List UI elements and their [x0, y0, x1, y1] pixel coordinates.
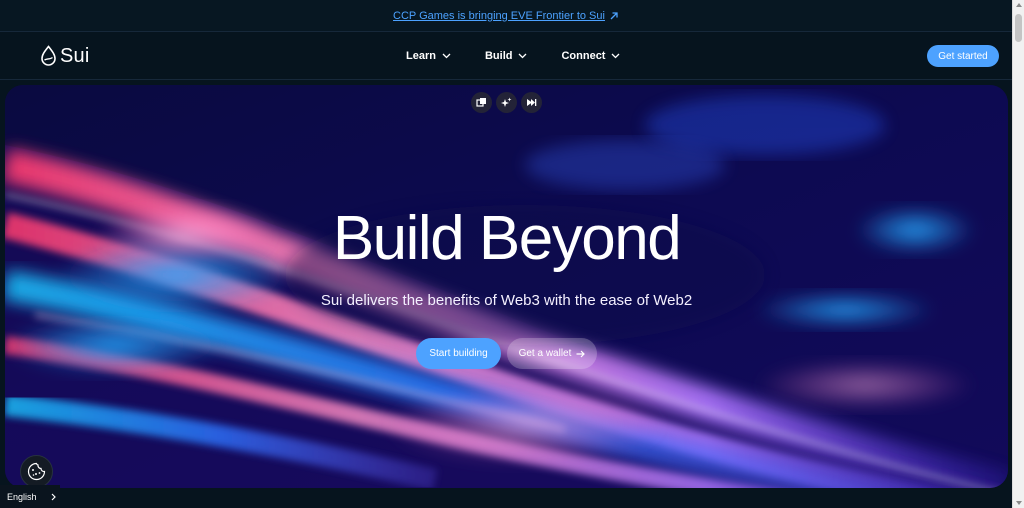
scroll-down-arrow[interactable]	[1016, 501, 1022, 505]
get-started-button[interactable]: Get started	[927, 45, 999, 67]
copy-button[interactable]	[471, 92, 492, 113]
nav-label: Connect	[561, 50, 606, 62]
hero-actions: Start building Get a wallet	[416, 338, 597, 369]
sui-logo[interactable]: Sui	[40, 44, 90, 68]
nav-item-connect[interactable]: Connect	[561, 50, 620, 62]
page-scrollbar[interactable]	[1012, 0, 1024, 508]
nav-label: Build	[484, 50, 513, 62]
hero-title: Build Beyond	[332, 204, 682, 273]
skip-forward-icon	[527, 99, 537, 106]
nav-menu: Learn Build Connect	[406, 32, 620, 80]
get-a-wallet-label: Get a wallet	[518, 348, 572, 359]
hero-section: Build Beyond Sui delivers the benefits o…	[5, 85, 1008, 488]
announcement-text: CCP Games is bringing EVE Frontier to Su…	[393, 9, 605, 22]
language-label: English	[7, 491, 37, 502]
hero-subtitle: Sui delivers the benefits of Web3 with t…	[320, 292, 693, 309]
chevron-right-icon	[51, 493, 56, 500]
cookie-settings-button[interactable]	[20, 455, 53, 488]
chevron-down-icon	[442, 53, 451, 59]
main-navbar: Sui Learn Build Connect Get started	[0, 32, 1012, 80]
announcement-bar: CCP Games is bringing EVE Frontier to Su…	[0, 0, 1012, 32]
scrollbar-thumb[interactable]	[1015, 14, 1022, 42]
hero-media-controls	[471, 92, 542, 113]
copy-icon	[476, 98, 486, 107]
language-selector[interactable]: English	[0, 485, 60, 508]
hero-background-image	[5, 85, 1008, 488]
sparkle-icon	[501, 97, 512, 107]
skip-forward-button[interactable]	[521, 92, 542, 113]
sui-drop-icon	[41, 45, 56, 66]
nav-item-build[interactable]: Build	[485, 50, 528, 62]
nav-item-learn[interactable]: Learn	[406, 50, 451, 62]
nav-label: Learn	[406, 50, 436, 62]
page-bottom-band	[0, 488, 1012, 508]
sparkle-button[interactable]	[496, 92, 517, 113]
chevron-down-icon	[612, 53, 620, 59]
start-building-button[interactable]: Start building	[416, 338, 501, 369]
chevron-down-icon	[519, 53, 527, 59]
logo-text: Sui	[60, 44, 90, 67]
announcement-link[interactable]: CCP Games is bringing EVE Frontier to Su…	[393, 10, 619, 22]
arrow-right-icon	[576, 350, 586, 357]
scroll-up-arrow[interactable]	[1016, 3, 1022, 7]
cookie-icon	[27, 462, 46, 481]
arrow-up-right-icon	[610, 11, 618, 19]
get-a-wallet-button[interactable]: Get a wallet	[507, 338, 597, 369]
